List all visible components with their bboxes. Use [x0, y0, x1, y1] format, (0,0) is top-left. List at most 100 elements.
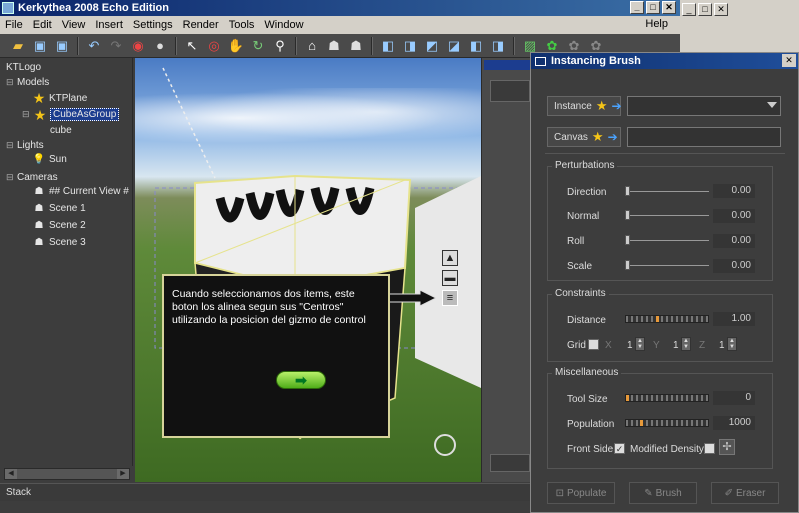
- menu-settings[interactable]: Settings: [128, 19, 178, 31]
- canvas-button[interactable]: Canvas ★ ➔: [547, 127, 621, 147]
- camera-add-icon[interactable]: ☗: [346, 36, 366, 56]
- cube-view-front-icon[interactable]: ◧: [378, 36, 398, 56]
- maximize-button[interactable]: □: [646, 1, 660, 14]
- tool-size-slider[interactable]: [625, 394, 709, 402]
- tree-models[interactable]: ⊟ Models: [6, 77, 49, 88]
- collapse-icon[interactable]: ⊟: [6, 172, 14, 183]
- front-side-checkbox[interactable]: ✓: [614, 443, 625, 454]
- gizmo-icon[interactable]: [434, 434, 456, 456]
- menu-insert[interactable]: Insert: [90, 19, 128, 31]
- brush-close-button[interactable]: ✕: [782, 54, 796, 67]
- tree-root[interactable]: KTLogo: [6, 62, 41, 73]
- menu-view[interactable]: View: [57, 19, 91, 31]
- menu-tools[interactable]: Tools: [224, 19, 260, 31]
- modified-density-checkbox[interactable]: [704, 443, 715, 454]
- tree-item-camera[interactable]: ☗ Scene 1: [32, 203, 86, 214]
- tree-item-cubeasgroup[interactable]: ⊟ ★ CubeAsGroup: [22, 108, 120, 122]
- slider-thumb[interactable]: [625, 210, 630, 220]
- slider-thumb[interactable]: [625, 186, 630, 196]
- select-arrow-icon[interactable]: ↖: [182, 36, 202, 56]
- home-icon[interactable]: ⌂: [302, 36, 322, 56]
- cube-view-right-icon[interactable]: ◪: [444, 36, 464, 56]
- open-folder-icon[interactable]: ▰: [8, 36, 28, 56]
- brush-button[interactable]: ✎ Brush: [629, 482, 697, 504]
- grid-z-spinner[interactable]: ▲ ▼: [727, 337, 737, 351]
- save-icon[interactable]: ▣: [30, 36, 50, 56]
- distance-slider[interactable]: [625, 315, 709, 323]
- collapse-icon[interactable]: ⊟: [22, 109, 30, 120]
- chevron-down-icon[interactable]: [767, 102, 777, 108]
- undo-icon[interactable]: ↶: [84, 36, 104, 56]
- tree-item-sun[interactable]: 💡 Sun: [32, 154, 67, 165]
- tree-item-camera[interactable]: ☗ Scene 2: [32, 220, 86, 231]
- tree-item-ktplane[interactable]: ★ KTPlane: [32, 91, 88, 105]
- camera-icon[interactable]: ☗: [324, 36, 344, 56]
- window-icon: [535, 56, 546, 66]
- cube-view-left-icon[interactable]: ◩: [422, 36, 442, 56]
- collapse-icon[interactable]: ⊟: [6, 77, 14, 88]
- canvas-field[interactable]: [627, 127, 781, 147]
- scale-value[interactable]: 0.00: [713, 259, 755, 273]
- populate-button[interactable]: ⊡ Populate: [547, 482, 615, 504]
- grid-x-spinner[interactable]: ▲ ▼: [635, 337, 645, 351]
- scale-slider[interactable]: [625, 260, 709, 270]
- eraser-button[interactable]: ✐ Eraser: [711, 482, 779, 504]
- scroll-right-icon[interactable]: ▶: [117, 469, 129, 479]
- minimize-button[interactable]: _: [630, 1, 644, 14]
- population-slider[interactable]: [625, 419, 709, 427]
- zoom-icon[interactable]: ⚲: [270, 36, 290, 56]
- stop-icon[interactable]: ●: [150, 36, 170, 56]
- redo-icon[interactable]: ↷: [106, 36, 126, 56]
- menu-file[interactable]: File: [0, 19, 28, 31]
- roll-slider[interactable]: [625, 235, 709, 245]
- render-icon[interactable]: ◉: [128, 36, 148, 56]
- next-arrow-button[interactable]: ➡: [276, 371, 326, 389]
- align-middle-icon[interactable]: ▬: [442, 270, 458, 286]
- tree-item-cube[interactable]: cube: [50, 125, 72, 136]
- normal-value[interactable]: 0.00: [713, 209, 755, 223]
- hand-pan-icon[interactable]: ✋: [226, 36, 246, 56]
- tree-cameras[interactable]: ⊟ Cameras: [6, 172, 58, 183]
- roll-value[interactable]: 0.00: [713, 234, 755, 248]
- save-as-icon[interactable]: ▣: [52, 36, 72, 56]
- align-top-icon[interactable]: ▲: [442, 250, 458, 266]
- bg-maximize-button[interactable]: □: [698, 3, 712, 16]
- target-icon[interactable]: ◎: [204, 36, 224, 56]
- grid-z-value[interactable]: 1: [719, 340, 725, 351]
- density-map-icon[interactable]: ✢: [719, 439, 735, 455]
- population-value[interactable]: 1000: [713, 416, 755, 430]
- scroll-left-icon[interactable]: ◀: [5, 469, 17, 479]
- tree-item-camera[interactable]: ☗ Scene 3: [32, 237, 86, 248]
- side-strip-button[interactable]: [490, 80, 530, 102]
- tree-item-camera[interactable]: ☗ ## Current View #: [32, 186, 129, 197]
- close-button[interactable]: ✕: [662, 1, 676, 14]
- cube-view-bottom-icon[interactable]: ◨: [488, 36, 508, 56]
- grid-y-value[interactable]: 1: [673, 340, 679, 351]
- menu-render[interactable]: Render: [178, 19, 224, 31]
- direction-slider[interactable]: [625, 186, 709, 196]
- instance-button[interactable]: Instance ★ ➔: [547, 96, 622, 116]
- menu-edit[interactable]: Edit: [28, 19, 57, 31]
- collapse-icon[interactable]: ⊟: [6, 140, 14, 151]
- side-strip-field[interactable]: [490, 454, 530, 472]
- menu-window[interactable]: Window: [259, 19, 308, 31]
- direction-value[interactable]: 0.00: [713, 184, 755, 198]
- slider-thumb[interactable]: [625, 260, 630, 270]
- grid-y-spinner[interactable]: ▲ ▼: [681, 337, 691, 351]
- distance-value[interactable]: 1.00: [713, 312, 755, 326]
- normal-slider[interactable]: [625, 210, 709, 220]
- tree-lights[interactable]: ⊟ Lights: [6, 140, 44, 151]
- slider-thumb[interactable]: [625, 235, 630, 245]
- tool-size-value[interactable]: 0: [713, 391, 755, 405]
- grid-checkbox[interactable]: [588, 339, 599, 350]
- align-center-icon[interactable]: ≡: [442, 290, 458, 306]
- rotate-icon[interactable]: ↻: [248, 36, 268, 56]
- tree-scrollbar[interactable]: ◀ ▶: [4, 468, 130, 480]
- cube-view-top-icon[interactable]: ◧: [466, 36, 486, 56]
- bg-close-button[interactable]: ✕: [714, 3, 728, 16]
- bg-minimize-button[interactable]: _: [682, 3, 696, 16]
- menu-help[interactable]: Help: [645, 18, 668, 30]
- cube-view-back-icon[interactable]: ◨: [400, 36, 420, 56]
- instance-dropdown[interactable]: [627, 96, 781, 116]
- grid-x-value[interactable]: 1: [627, 340, 633, 351]
